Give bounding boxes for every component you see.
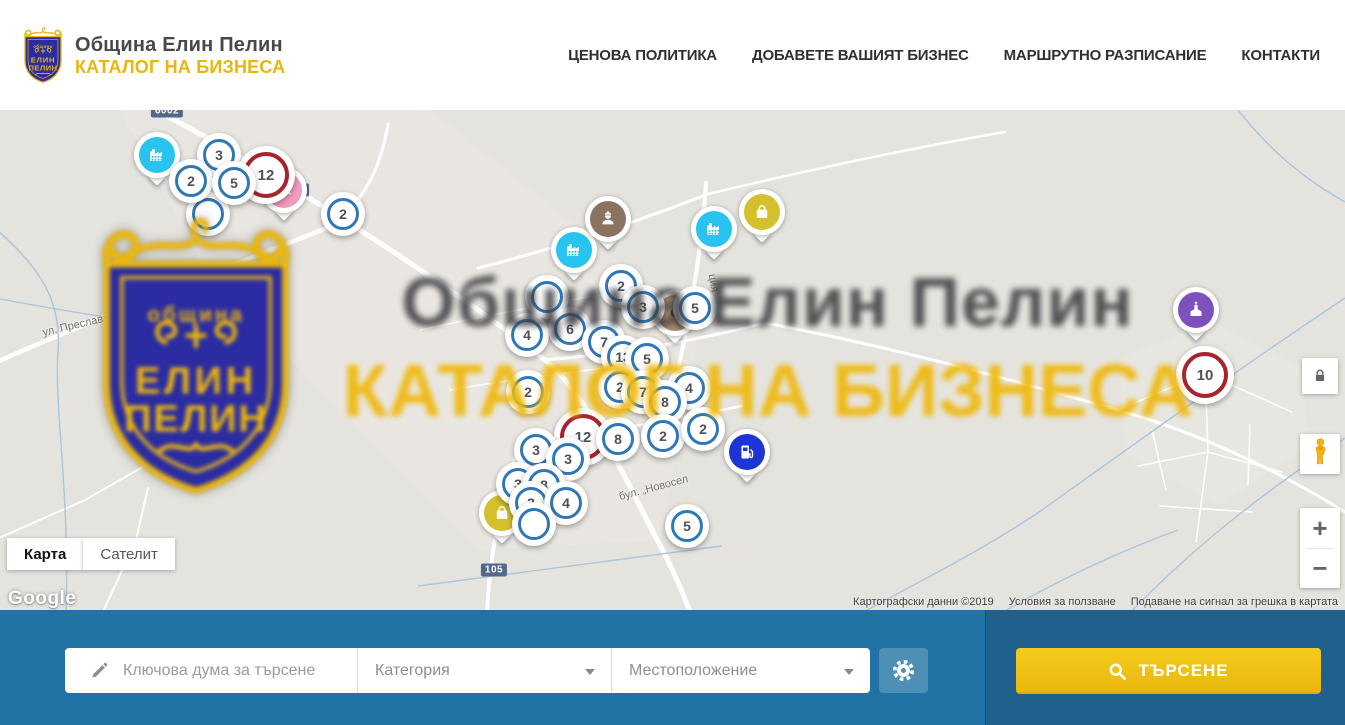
main-nav: ЦЕНОВА ПОЛИТИКА ДОБАВЕТЕ ВАШИЯТ БИЗНЕС М…	[568, 47, 1320, 64]
map-canvas[interactable]: 6002105ул. Преславбул. „Новоселция 31225…	[0, 110, 1345, 610]
crest-name-line2: ПЕЛИН	[29, 63, 58, 72]
map-type-satellite-button[interactable]: Сателит	[83, 538, 175, 570]
cluster-count: 4	[550, 487, 582, 519]
settings-button[interactable]	[879, 648, 928, 693]
nav-add-your-business[interactable]: ДОБАВЕТЕ ВАШИЯТ БИЗНЕС	[752, 47, 969, 64]
cluster-count: 3	[627, 291, 659, 323]
site-title: Община Елин Пелин	[75, 33, 285, 57]
nav-contacts[interactable]: КОНТАКТИ	[1241, 47, 1320, 64]
search-button-label: ТЪРСЕНЕ	[1138, 661, 1228, 681]
location-select-label: Местоположение	[629, 662, 757, 680]
search-section: Категория Местоположение ТЪРСЕНЕ	[0, 610, 1345, 725]
page: община ЕЛИН ПЕЛИН Община Елин Пелин КАТА…	[0, 0, 1345, 725]
municipality-crest-icon: община ЕЛИН ПЕЛИН	[20, 26, 66, 84]
map-type-control: Карта Сателит	[7, 538, 175, 570]
chevron-down-icon	[844, 669, 854, 675]
cluster-marker[interactable]: 5	[665, 504, 709, 548]
cluster-marker[interactable]	[512, 502, 556, 546]
cluster-marker[interactable]: 5	[673, 286, 717, 330]
nav-pricing-policy[interactable]: ЦЕНОВА ПОЛИТИКА	[568, 47, 717, 64]
search-form: Категория Местоположение	[65, 648, 870, 693]
pencil-icon	[90, 661, 109, 680]
cluster-markers-layer: 3122522356471352274812822333834510	[0, 110, 1345, 610]
logo-link[interactable]: община ЕЛИН ПЕЛИН Община Елин Пелин КАТА…	[20, 26, 285, 84]
cluster-count: 4	[511, 319, 543, 351]
cluster-count	[192, 198, 224, 230]
cluster-count: 2	[687, 413, 719, 445]
location-select[interactable]: Местоположение	[612, 648, 870, 693]
cluster-marker[interactable]: 3	[621, 285, 665, 329]
cluster-count: 5	[679, 292, 711, 324]
report-map-error-link[interactable]: Подаване на сигнал за грешка в картата	[1131, 596, 1338, 608]
cluster-marker[interactable]: 2	[169, 159, 213, 203]
map-type-map-button[interactable]: Карта	[7, 538, 83, 570]
cluster-marker[interactable]: 8	[596, 417, 640, 461]
keyword-input[interactable]	[121, 661, 345, 681]
cluster-count: 5	[671, 510, 703, 542]
site-header: община ЕЛИН ПЕЛИН Община Елин Пелин КАТА…	[0, 0, 1345, 111]
lock-button[interactable]	[1302, 358, 1338, 394]
zoom-in-button[interactable]: +	[1300, 508, 1340, 548]
nav-route-schedule[interactable]: МАРШРУТНО РАЗПИСАНИЕ	[1004, 47, 1207, 64]
search-button[interactable]: ТЪРСЕНЕ	[1016, 648, 1321, 694]
cluster-marker[interactable]: 5	[212, 161, 256, 205]
gear-icon	[892, 659, 915, 682]
cluster-marker[interactable]: 2	[681, 407, 725, 451]
lock-icon	[1311, 367, 1329, 385]
site-subtitle: КАТАЛОГ НА БИЗНЕСА	[75, 57, 285, 78]
cluster-marker[interactable]: 4	[505, 313, 549, 357]
zoom-control: + −	[1300, 508, 1340, 588]
pegman-icon	[1310, 437, 1331, 472]
cluster-count: 2	[175, 165, 207, 197]
cluster-count: 2	[327, 198, 359, 230]
cluster-marker[interactable]: 2	[321, 192, 365, 236]
keyword-field[interactable]	[65, 648, 358, 693]
category-select-label: Категория	[375, 662, 450, 680]
cluster-count: 5	[218, 167, 250, 199]
google-logo[interactable]: Google	[8, 588, 76, 610]
map-attribution: Картографски данни ©2019 Условия за полз…	[853, 596, 1338, 608]
cluster-marker[interactable]: 10	[1176, 346, 1234, 404]
chevron-down-icon	[585, 669, 595, 675]
attribution-copyright: Картографски данни ©2019	[853, 596, 994, 608]
cluster-count: 2	[647, 420, 679, 452]
cluster-marker[interactable]: 2	[641, 414, 685, 458]
pegman-button[interactable]	[1300, 434, 1340, 474]
cluster-count	[531, 281, 563, 313]
cluster-count: 2	[512, 376, 544, 408]
zoom-out-button[interactable]: −	[1300, 549, 1340, 589]
cluster-count: 8	[602, 423, 634, 455]
terms-of-use-link[interactable]: Условия за ползване	[1009, 596, 1116, 608]
category-select[interactable]: Категория	[358, 648, 612, 693]
search-icon	[1108, 662, 1127, 681]
cluster-count	[518, 508, 550, 540]
cluster-count: 10	[1182, 352, 1228, 398]
cluster-marker[interactable]: 2	[506, 370, 550, 414]
search-right-panel: ТЪРСЕНЕ	[985, 610, 1345, 725]
